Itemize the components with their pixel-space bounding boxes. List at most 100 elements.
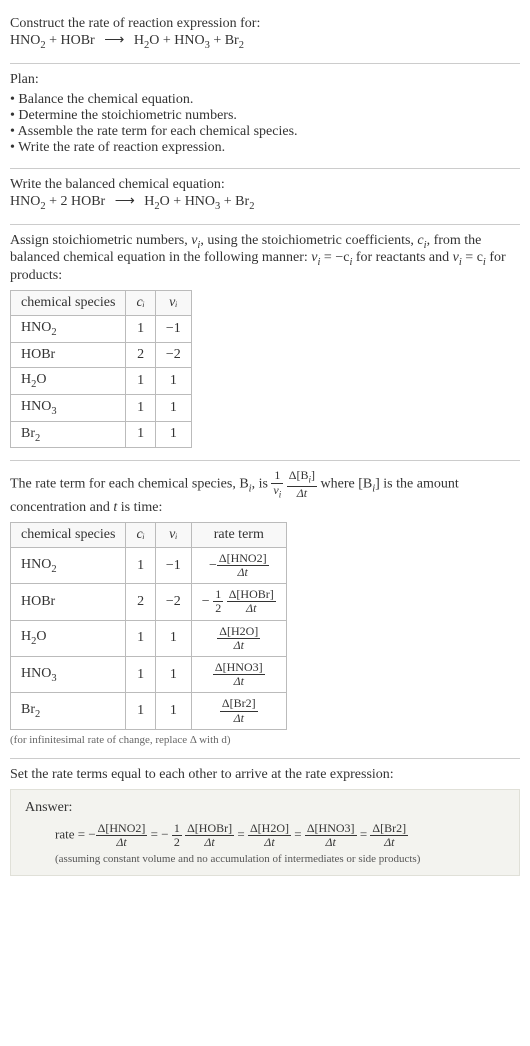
cell: − 12 Δ[HOBr]Δt — [191, 584, 286, 620]
fraction: 12 — [213, 588, 223, 615]
col-species: chemical species — [11, 522, 126, 547]
numerator: 1 — [213, 588, 223, 602]
subscript: 2 — [51, 327, 56, 338]
species: HNO — [10, 33, 40, 48]
numerator: Δ[HOBr] — [185, 822, 234, 836]
text: cᵢ — [136, 295, 144, 310]
col-ci: cᵢ — [126, 522, 155, 547]
cell: −1 — [155, 547, 191, 583]
subscript: 2 — [35, 709, 40, 720]
stoich-intro: Assign stoichiometric numbers, νi, using… — [10, 233, 520, 285]
cell: 1 — [155, 620, 191, 656]
col-vi: νᵢ — [155, 522, 191, 547]
equals: = — [237, 826, 248, 841]
sign: − — [161, 826, 168, 841]
cell: 1 — [126, 693, 155, 729]
cell: 1 — [155, 394, 191, 421]
plan-item: Assemble the rate term for each chemical… — [10, 124, 520, 140]
species: H — [21, 372, 31, 387]
species: O — [36, 372, 46, 387]
cell: H2O — [11, 367, 126, 394]
numerator: Δ[HNO2] — [217, 552, 269, 566]
subscript: 2 — [239, 40, 244, 51]
cell: 1 — [155, 656, 191, 692]
species: HNO — [174, 33, 204, 48]
table-row: HNO311 — [11, 394, 192, 421]
plan-list: Balance the chemical equation. Determine… — [10, 92, 520, 156]
cell: Δ[Br2]Δt — [191, 693, 286, 729]
cell: Δ[HNO3]Δt — [191, 656, 286, 692]
cell: HOBr — [11, 342, 126, 367]
numerator: Δ[HNO3] — [213, 661, 265, 675]
table-row: HOBr2−2 — [11, 342, 192, 367]
table-row: H2O11 — [11, 367, 192, 394]
plan-item: Balance the chemical equation. — [10, 92, 520, 108]
balanced-section: Write the balanced chemical equation: HN… — [10, 169, 520, 225]
final-section: Set the rate terms equal to each other t… — [10, 759, 520, 888]
numerator: Δ[HOBr] — [227, 588, 276, 602]
col-vi: νᵢ — [155, 291, 191, 316]
equals: = — [294, 826, 305, 841]
fraction: Δ[HOBr]Δt — [227, 588, 276, 615]
species: HNO — [21, 320, 51, 335]
numerator: 1 — [172, 822, 182, 836]
cell: H2O — [11, 620, 126, 656]
subscript: 3 — [51, 673, 56, 684]
cell: 1 — [126, 656, 155, 692]
fraction: Δ[Br2]Δt — [220, 697, 258, 724]
answer-box: Answer: rate = −Δ[HNO2]Δt = − 12 Δ[HOBr]… — [10, 789, 520, 876]
sign: − — [88, 826, 95, 841]
plan-section: Plan: Balance the chemical equation. Det… — [10, 64, 520, 169]
arrow-icon: ⟶ — [109, 194, 141, 209]
cell: −2 — [155, 342, 191, 367]
fraction: Δ[HNO2]Δt — [96, 822, 148, 849]
answer-label: Answer: — [25, 800, 505, 816]
plus: + — [46, 33, 61, 48]
stoich-table: chemical species cᵢ νᵢ HNO21−1 HOBr2−2 H… — [10, 290, 192, 448]
fraction: 12 — [172, 822, 182, 849]
plan-item: Determine the stoichiometric numbers. — [10, 108, 520, 124]
species: H — [21, 629, 31, 644]
equals: = — [360, 826, 371, 841]
denominator: 2 — [172, 836, 182, 849]
cell: 1 — [126, 620, 155, 656]
cell: 1 — [126, 421, 155, 448]
species: Br — [225, 33, 239, 48]
rate-label: rate = — [55, 826, 88, 841]
species: HOBr — [61, 33, 95, 48]
table-row: HNO21−1 — [11, 316, 192, 343]
cell: −Δ[HNO2]Δt — [191, 547, 286, 583]
denominator: 2 — [213, 602, 223, 615]
sign: − — [202, 594, 210, 609]
col-species: chemical species — [11, 291, 126, 316]
fraction: Δ[H2O]Δt — [248, 822, 291, 849]
cell: 1 — [155, 693, 191, 729]
subscript: i — [279, 489, 282, 499]
col-rate: rate term — [191, 522, 286, 547]
denominator: Δt — [217, 639, 260, 652]
plus: + 2 HOBr — [46, 194, 106, 209]
text: , using the stoichiometric coefficients, — [200, 233, 417, 248]
intro-equation: HNO2 + HOBr ⟶ H2O + HNO3 + Br2 — [10, 32, 520, 51]
denominator: Δt — [217, 566, 269, 579]
cell: HNO3 — [11, 656, 126, 692]
intro-section: Construct the rate of reaction expressio… — [10, 8, 520, 64]
rateterm-table: chemical species cᵢ νᵢ rate term HNO21−1… — [10, 522, 287, 730]
table-row: HNO21−1−Δ[HNO2]Δt — [11, 547, 287, 583]
table-row: HOBr 2 −2− 12 Δ[HOBr]Δt — [11, 584, 287, 620]
species: HOBr — [21, 594, 55, 609]
species: HNO — [21, 666, 51, 681]
species: O — [36, 629, 46, 644]
infinitesimal-note: (for infinitesimal rate of change, repla… — [10, 734, 520, 746]
denominator: νi — [271, 484, 283, 500]
denominator: Δt — [370, 836, 408, 849]
cell: −2 — [155, 584, 191, 620]
fraction: Δ[H2O]Δt — [217, 625, 260, 652]
species: HNO — [10, 194, 40, 209]
species: + Br — [220, 194, 249, 209]
cell: Br2 — [11, 693, 126, 729]
text: is time: — [117, 500, 162, 515]
text: νᵢ — [169, 295, 177, 310]
denominator: Δt — [227, 602, 276, 615]
subscript: 2 — [35, 432, 40, 443]
